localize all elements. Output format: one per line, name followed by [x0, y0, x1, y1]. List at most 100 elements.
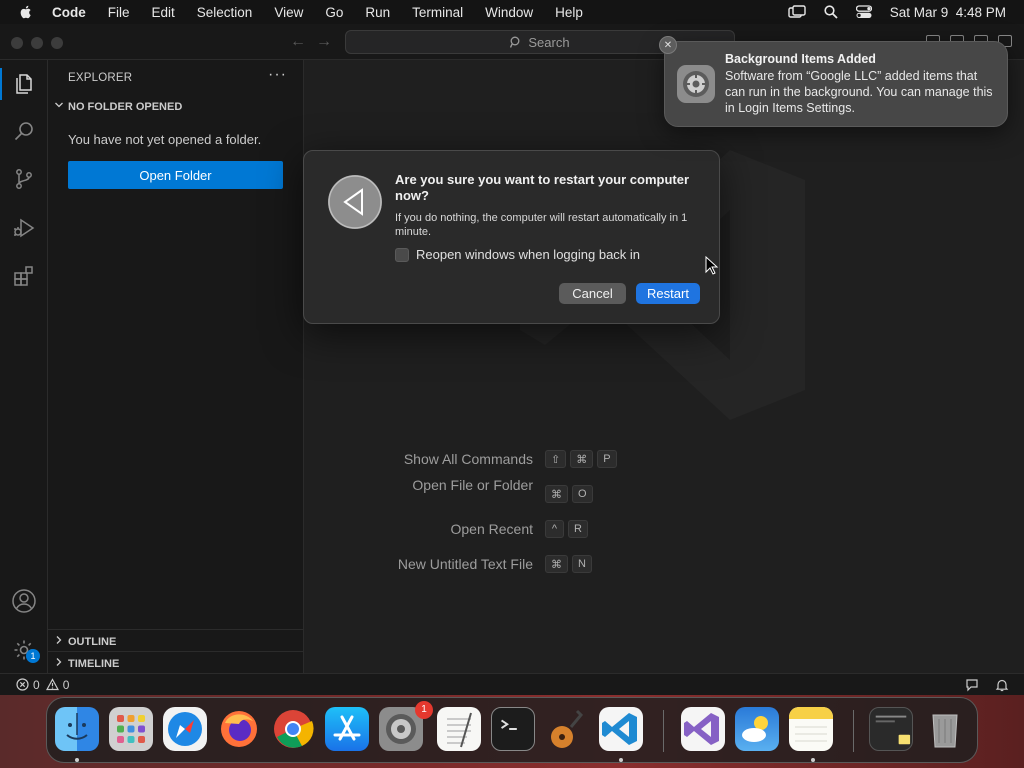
dock-separator [663, 710, 664, 752]
problems-indicator[interactable]: 0 0 [16, 678, 69, 692]
macos-menu-bar: Code File Edit Selection View Go Run Ter… [0, 0, 1024, 24]
error-icon [16, 678, 29, 691]
sidebar-title: EXPLORER [68, 72, 133, 84]
dock-vscode-icon[interactable] [599, 707, 643, 751]
shortcut-label: Show All Commands [403, 451, 533, 467]
outline-section-header[interactable]: OUTLINE [54, 635, 116, 648]
dock-running-indicator [619, 758, 623, 762]
control-center-icon[interactable] [855, 5, 872, 19]
chevron-down-icon [54, 100, 64, 113]
section-divider [48, 629, 304, 630]
explorer-sidebar: EXPLORER ··· NO FOLDER OPENED You have n… [48, 60, 304, 673]
reopen-windows-label: Reopen windows when logging back in [416, 247, 641, 262]
keycap: ⌘ [570, 450, 594, 468]
forward-arrow-icon[interactable]: → [316, 33, 332, 51]
warning-count: 0 [62, 677, 70, 692]
keycap: ^ [545, 520, 564, 538]
search-icon[interactable] [11, 118, 37, 144]
menu-selection[interactable]: Selection [197, 5, 253, 20]
timeline-label: TIMELINE [68, 657, 120, 670]
menu-app-code[interactable]: Code [52, 5, 86, 20]
menu-terminal[interactable]: Terminal [412, 5, 463, 20]
run-debug-icon[interactable] [11, 215, 37, 241]
system-settings-gear-icon [677, 65, 715, 103]
timeline-section-header[interactable]: TIMELINE [54, 657, 119, 670]
shortcut-label: New Untitled Text File [397, 556, 533, 572]
dock-textedit-icon[interactable] [437, 707, 481, 751]
status-bar: 0 0 [0, 673, 1024, 695]
apple-logo-icon[interactable] [18, 4, 34, 20]
manage-update-badge: 1 [26, 649, 40, 663]
shortcut-open-recent[interactable]: Open Recent ^ R [305, 520, 592, 538]
dock-terminal-icon[interactable] [491, 707, 535, 751]
chevron-right-icon [54, 635, 64, 648]
mouse-pointer-icon [705, 256, 719, 275]
dock-safari-icon[interactable] [163, 707, 207, 751]
reopen-windows-checkbox-row[interactable]: Reopen windows when logging back in [395, 247, 640, 262]
dock-separator [853, 710, 854, 752]
source-control-icon[interactable] [11, 166, 37, 192]
open-folder-button[interactable]: Open Folder [68, 161, 283, 189]
no-folder-section-header[interactable]: NO FOLDER OPENED [54, 100, 182, 113]
section-divider [48, 651, 304, 652]
dock-weather-icon[interactable] [735, 707, 779, 751]
keycap: O [572, 485, 593, 503]
menu-view[interactable]: View [274, 5, 303, 20]
menu-run[interactable]: Run [365, 5, 390, 20]
extensions-icon[interactable] [11, 263, 37, 289]
close-window-button[interactable] [11, 37, 23, 49]
dock-app-store-icon[interactable] [325, 707, 369, 751]
notification-title: Background Items Added [725, 52, 876, 66]
dock-chrome-icon[interactable] [271, 707, 315, 751]
shortcut-new-untitled-file[interactable]: New Untitled Text File ⌘ N [305, 555, 596, 573]
cancel-button[interactable]: Cancel [559, 283, 626, 304]
shortcut-keys-open-file: ⌘ O [545, 485, 597, 503]
dock-garageband-icon[interactable] [545, 707, 589, 751]
menu-edit[interactable]: Edit [152, 5, 175, 20]
accounts-icon[interactable] [11, 588, 37, 614]
display-icon[interactable] [787, 5, 806, 19]
macos-dock: 1 [46, 697, 978, 763]
dock-launchpad-icon[interactable] [109, 707, 153, 751]
search-icon [510, 36, 520, 48]
keycap: ⇧ [545, 450, 567, 468]
restart-button[interactable]: Restart [636, 283, 700, 304]
error-count: 0 [33, 677, 40, 692]
feedback-icon[interactable] [965, 678, 979, 692]
notifications-bell-icon[interactable] [995, 678, 1009, 692]
menu-help[interactable]: Help [555, 5, 583, 20]
dock-running-indicator [811, 758, 815, 762]
dock-finder-icon[interactable] [55, 707, 99, 751]
keycap: ⌘ [545, 555, 568, 573]
keycap: N [572, 555, 592, 573]
reopen-windows-checkbox[interactable] [395, 247, 409, 262]
menubar-clock[interactable]: Sat Mar 9 4:48 PM [890, 5, 1006, 20]
spotlight-search-icon[interactable] [824, 5, 838, 19]
close-icon[interactable]: ✕ [659, 36, 677, 54]
background-items-notification[interactable]: ✕ Background Items Added Software from “… [659, 36, 1008, 127]
activity-bar: 1 [0, 60, 48, 673]
notification-body: Software from “Google LLC” added items t… [725, 69, 993, 115]
more-actions-icon[interactable]: ··· [268, 66, 287, 84]
dock-firefox-icon[interactable] [217, 707, 261, 751]
back-arrow-icon[interactable]: ← [290, 33, 306, 51]
dock-notes-icon[interactable] [789, 707, 833, 751]
dock-downloads-stack-icon[interactable] [869, 707, 913, 751]
shortcut-show-all-commands[interactable]: Show All Commands ⇧ ⌘ P [305, 450, 621, 468]
minimize-window-button[interactable] [31, 37, 43, 49]
keycap: P [597, 450, 617, 468]
chevron-right-icon [54, 657, 64, 670]
outline-label: OUTLINE [68, 635, 117, 648]
menu-go[interactable]: Go [325, 5, 343, 20]
dialog-message: If you do nothing, the computer will res… [395, 212, 688, 238]
dock-running-indicator [75, 758, 79, 762]
dock-visual-studio-icon[interactable] [681, 707, 725, 751]
search-label: Search [528, 34, 570, 50]
menu-file[interactable]: File [108, 5, 130, 20]
explorer-icon[interactable] [11, 71, 37, 97]
zoom-window-button[interactable] [51, 37, 63, 49]
section-header-label: NO FOLDER OPENED [68, 100, 183, 113]
menu-window[interactable]: Window [485, 5, 533, 20]
dock-trash-icon[interactable] [923, 707, 967, 751]
system-settings-badge: 1 [415, 701, 433, 719]
